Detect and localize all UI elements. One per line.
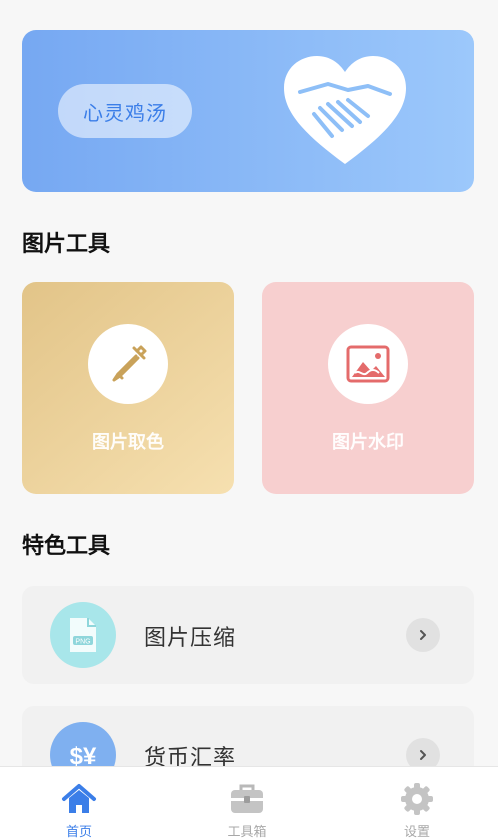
gear-icon <box>401 783 433 815</box>
banner[interactable]: 心灵鸡汤 <box>22 30 474 192</box>
tab-home[interactable]: 首页 <box>19 767 139 840</box>
image-tools-title: 图片工具 <box>22 232 111 257</box>
image-icon <box>346 345 390 383</box>
home-icon <box>62 784 96 813</box>
tab-toolbox[interactable]: 工具箱 <box>187 767 307 840</box>
banner-pill[interactable]: 心灵鸡汤 <box>58 84 192 138</box>
eyedropper-icon <box>112 345 147 382</box>
tab-settings[interactable]: 设置 <box>357 767 477 840</box>
tab-home-label: 首页 <box>65 825 92 840</box>
card-image-watermark-label: 图片水印 <box>332 432 404 453</box>
toolbox-icon <box>231 784 263 813</box>
card-image-color-picker-label: 图片取色 <box>92 432 164 453</box>
handshake-heart-icon <box>284 56 406 164</box>
chevron-right-icon <box>406 618 440 652</box>
png-file-icon: PNG <box>50 602 116 668</box>
image-icon-circle <box>328 324 408 404</box>
list-item-image-compress[interactable]: PNG 图片压缩 <box>22 586 474 684</box>
tab-settings-label: 设置 <box>403 825 430 840</box>
svg-text:PNG: PNG <box>75 639 90 646</box>
card-image-color-picker[interactable]: 图片取色 <box>22 282 234 494</box>
list-item-image-compress-label: 图片压缩 <box>144 626 237 651</box>
eyedropper-icon-circle <box>88 324 168 404</box>
feature-tools-title: 特色工具 <box>22 534 111 559</box>
card-image-watermark[interactable]: 图片水印 <box>262 282 474 494</box>
tab-toolbox-label: 工具箱 <box>227 825 267 840</box>
bottom-tabbar: 首页 工具箱 设置 <box>0 766 498 840</box>
